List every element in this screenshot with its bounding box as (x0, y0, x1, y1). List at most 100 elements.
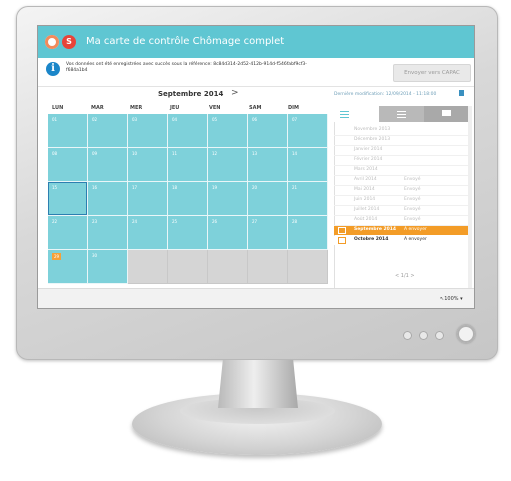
day-number: 19 (212, 185, 218, 190)
month-list-item[interactable]: Avril 2014 Envoyé (334, 176, 469, 186)
calendar-day[interactable]: 19 (208, 182, 248, 216)
month-label: Juin 2014 (354, 197, 376, 202)
tab-menu[interactable] (334, 106, 379, 122)
day-number: 15 (52, 185, 58, 190)
calendar-day[interactable]: 13 (248, 148, 288, 182)
day-number: 02 (92, 117, 98, 122)
month-label: Octobre 2014 (354, 237, 389, 242)
send-to-capac-button[interactable]: Envoyer vers CAPAC (393, 64, 471, 82)
calendar-day[interactable]: 05 (208, 114, 248, 148)
calendar-day[interactable]: 04 (168, 114, 208, 148)
calendar-day[interactable]: 29 (48, 250, 88, 284)
calendar-day[interactable]: 22 (48, 216, 88, 250)
day-number: 27 (252, 219, 258, 224)
last-modified: Dernière modification: 12/09/2014 - 11:1… (334, 92, 436, 97)
calendar-day[interactable]: 26 (208, 216, 248, 250)
day-number: 12 (212, 151, 218, 156)
month-label: Septembre 2014 (354, 227, 396, 232)
calendar-day[interactable]: 15 (48, 182, 88, 216)
calendar-day[interactable]: 30 (88, 250, 128, 284)
calendar-day[interactable]: 14 (288, 148, 328, 182)
month-list-item[interactable]: Mars 2014 (334, 166, 469, 176)
month-list-item[interactable]: Janvier 2014 (334, 146, 469, 156)
power-button[interactable] (457, 325, 475, 343)
monitor-button-1[interactable] (403, 331, 412, 340)
calendar-empty-cell (288, 250, 328, 284)
comment-icon (442, 110, 451, 116)
calendar-day[interactable]: 28 (288, 216, 328, 250)
next-month-arrow-icon[interactable]: > (231, 88, 239, 98)
weekday-sat: SAM (249, 105, 262, 111)
tab-list[interactable] (379, 106, 424, 122)
calendar-empty-cell (248, 250, 288, 284)
calendar-day[interactable]: 17 (128, 182, 168, 216)
month-status: Envoyé (404, 187, 421, 192)
day-number: 08 (52, 151, 58, 156)
calendar-day[interactable]: 21 (288, 182, 328, 216)
day-number: 11 (172, 151, 178, 156)
calendar-day[interactable]: 24 (128, 216, 168, 250)
calendar-day[interactable]: 03 (128, 114, 168, 148)
app-logo-icon (45, 35, 59, 49)
month-list-item[interactable]: Juillet 2014 Envoyé (334, 206, 469, 216)
calendar-day[interactable]: 10 (128, 148, 168, 182)
calendar-day[interactable]: 07 (288, 114, 328, 148)
calendar-day[interactable]: 25 (168, 216, 208, 250)
last-modified-value: 12/09/2014 - 11:18:00 (385, 92, 437, 97)
weekday-wed: MER (130, 105, 143, 111)
calendar-icon (338, 227, 346, 234)
calendar-day[interactable]: 27 (248, 216, 288, 250)
scrollbar[interactable] (468, 106, 472, 288)
calendar-day[interactable]: 11 (168, 148, 208, 182)
calendar-day[interactable]: 18 (168, 182, 208, 216)
calendar-grid: 01 02 03 04 05 06 07 08 09 10 11 12 13 14 15 16 17 18 19 20… (48, 114, 338, 284)
month-list-item[interactable]: Février 2014 (334, 156, 469, 166)
calendar-icon (338, 237, 346, 244)
month-list-item[interactable]: Mai 2014 Envoyé (334, 186, 469, 196)
month-status: Envoyé (404, 207, 421, 212)
month-list-item[interactable]: Novembre 2013 (334, 126, 469, 136)
document-icon[interactable] (459, 90, 464, 96)
calendar-day[interactable]: 20 (248, 182, 288, 216)
month-list-item[interactable]: Décembre 2013 (334, 136, 469, 146)
day-number: 10 (132, 151, 138, 156)
tab-comments[interactable] (424, 106, 469, 122)
panel-tabs (334, 106, 469, 122)
month-list-item-current[interactable]: Septembre 2014 A envoyer (334, 226, 469, 235)
monitor-button-3[interactable] (435, 331, 444, 340)
zoom-level[interactable]: ↖100% ▾ (440, 296, 463, 302)
month-list-item[interactable]: Juin 2014 Envoyé (334, 196, 469, 206)
monitor-button-2[interactable] (419, 331, 428, 340)
calendar-day[interactable]: 08 (48, 148, 88, 182)
day-number: 21 (292, 185, 298, 190)
calendar-empty-cell (128, 250, 168, 284)
day-number: 20 (252, 185, 258, 190)
app-title: Ma carte de contrôle Chômage complet (86, 36, 285, 47)
month-status: A envoyer (404, 227, 427, 232)
brand-logo-icon: S (62, 35, 76, 49)
calendar-day[interactable]: 12 (208, 148, 248, 182)
day-number: 05 (212, 117, 218, 122)
day-number: 29 (52, 253, 62, 260)
day-number: 16 (92, 185, 98, 190)
month-label: Mars 2014 (354, 167, 378, 172)
day-number: 14 (292, 151, 298, 156)
calendar-day[interactable]: 16 (88, 182, 128, 216)
month-list-item-next[interactable]: Octobre 2014 A envoyer (334, 236, 469, 245)
zoom-value: 100% (444, 296, 459, 302)
month-status: A envoyer (404, 237, 427, 242)
calendar-day[interactable]: 23 (88, 216, 128, 250)
calendar-day[interactable]: 09 (88, 148, 128, 182)
calendar-day[interactable]: 06 (248, 114, 288, 148)
day-number: 22 (52, 219, 58, 224)
day-number: 30 (92, 253, 98, 258)
calendar-day[interactable]: 02 (88, 114, 128, 148)
calendar-day[interactable]: 01 (48, 114, 88, 148)
month-list-item[interactable]: Août 2014 Envoyé (334, 216, 469, 226)
menu-icon (340, 111, 349, 112)
monitor-neck (218, 360, 298, 408)
calendar-empty-cell (168, 250, 208, 284)
day-number: 13 (252, 151, 258, 156)
day-number: 23 (92, 219, 98, 224)
pager[interactable]: < 1/1 > (395, 273, 415, 279)
